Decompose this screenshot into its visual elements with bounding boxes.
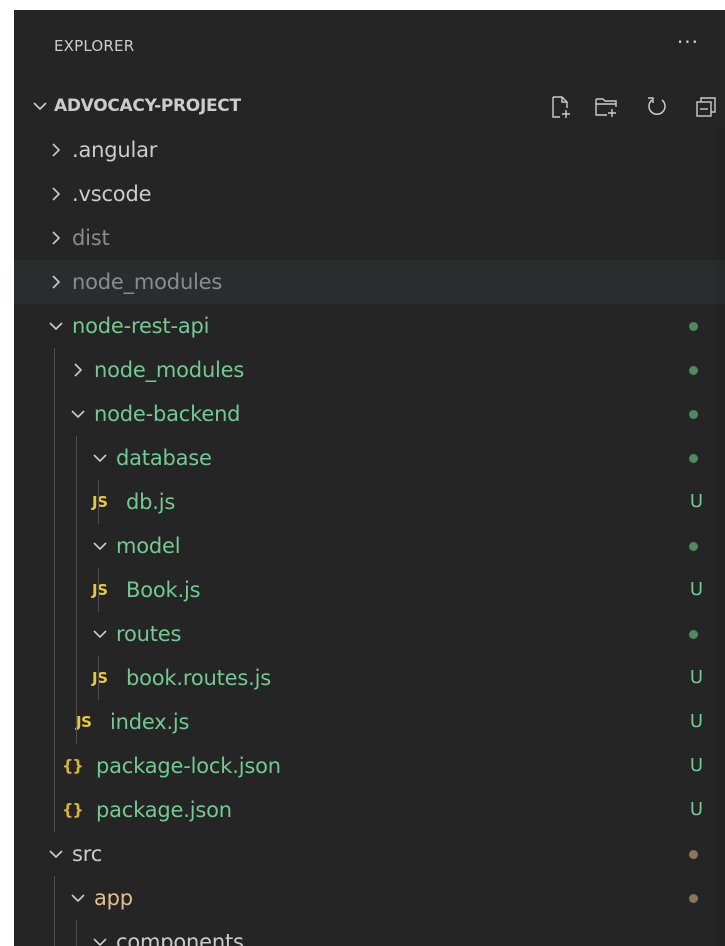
untracked-badge: U (689, 579, 703, 600)
tree-item-label: node-rest-api (72, 314, 210, 338)
tree-item-label: model (116, 534, 181, 558)
folder-angular[interactable]: .angular (14, 128, 725, 172)
modified-dot (689, 850, 698, 859)
json-file-icon: {} (62, 800, 84, 819)
chevron-down-icon (71, 410, 85, 419)
tree-item-label: database (116, 446, 212, 470)
untracked-badge: U (689, 799, 703, 820)
folder-node-modules[interactable]: node_modules (14, 348, 725, 392)
folder-database[interactable]: database (14, 436, 725, 480)
indent-guide (76, 920, 77, 946)
chevron-right-icon (52, 143, 61, 157)
tree-item-label: node_modules (94, 358, 245, 382)
explorer-header: EXPLORER ··· (14, 10, 725, 84)
untracked-badge: U (689, 711, 703, 732)
tree-item-label: app (94, 886, 133, 910)
folder-node-backend[interactable]: node-backend (14, 392, 725, 436)
folder-dist[interactable]: dist (14, 216, 725, 260)
indent-guide (54, 876, 55, 946)
chevron-right-icon (52, 187, 61, 201)
new-folder-icon[interactable] (594, 94, 620, 120)
refresh-icon[interactable] (644, 94, 670, 120)
tree-item-label: package.json (96, 798, 232, 822)
js-file-icon: JS (76, 713, 92, 731)
file-db-js[interactable]: JS db.js U (14, 480, 725, 524)
chevron-right-icon (74, 363, 83, 377)
file-package-lock-json[interactable]: {} package-lock.json U (14, 744, 725, 788)
untracked-badge: U (689, 667, 703, 688)
indent-guide (98, 480, 99, 524)
untracked-dot (689, 630, 698, 639)
chevron-down-icon (93, 938, 107, 946)
untracked-badge: U (689, 755, 703, 776)
chevron-down-icon (33, 102, 47, 111)
tree-item-label: node_modules (72, 270, 223, 294)
tree-item-label: index.js (110, 710, 190, 734)
file-index-js[interactable]: JS index.js U (14, 700, 725, 744)
folder-src[interactable]: src (14, 832, 725, 876)
new-file-icon[interactable] (548, 94, 574, 120)
tree-item-label: node-backend (94, 402, 241, 426)
tree-item-label: dist (72, 226, 110, 250)
folder-node-rest-api[interactable]: node-rest-api (14, 304, 725, 348)
tree-item-label: package-lock.json (96, 754, 281, 778)
file-package-json[interactable]: {} package.json U (14, 788, 725, 832)
file-book-routes-js[interactable]: JS book.routes.js U (14, 656, 725, 700)
js-file-icon: JS (92, 493, 108, 511)
tree-item-label: Book.js (126, 578, 201, 602)
chevron-right-icon (52, 275, 61, 289)
tree-item-label: .angular (72, 138, 158, 162)
folder-components[interactable]: components (14, 920, 725, 946)
chevron-down-icon (71, 894, 85, 903)
folder-node-modules[interactable]: node_modules (14, 260, 725, 304)
modified-dot (689, 894, 698, 903)
untracked-dot (689, 410, 698, 419)
explorer-title: EXPLORER (54, 37, 135, 55)
indent-guide (98, 656, 99, 700)
tree-item-label: .vscode (72, 182, 152, 206)
json-file-icon: {} (62, 756, 84, 775)
more-actions-icon[interactable]: ··· (677, 32, 699, 52)
js-file-icon: JS (92, 581, 108, 599)
file-book-js[interactable]: JS Book.js U (14, 568, 725, 612)
indent-guide (54, 348, 55, 832)
chevron-down-icon (49, 850, 63, 859)
chevron-right-icon (52, 231, 61, 245)
folder-model[interactable]: model (14, 524, 725, 568)
indent-guide (98, 568, 99, 612)
explorer-panel: EXPLORER ··· ADVOCACY-PROJECT .angular .… (14, 10, 725, 946)
tree-item-label: book.routes.js (126, 666, 271, 690)
untracked-dot (689, 454, 698, 463)
untracked-dot (689, 542, 698, 551)
collapse-all-icon[interactable] (694, 94, 720, 120)
folder-vscode[interactable]: .vscode (14, 172, 725, 216)
chevron-down-icon (49, 322, 63, 331)
tree-item-label: db.js (126, 490, 176, 514)
folder-routes[interactable]: routes (14, 612, 725, 656)
tree-item-label: routes (116, 622, 182, 646)
untracked-badge: U (689, 491, 703, 512)
section-title: ADVOCACY-PROJECT (54, 96, 241, 116)
tree-item-label: components (116, 930, 244, 946)
chevron-down-icon (93, 542, 107, 551)
tree-item-label: src (72, 842, 103, 866)
untracked-dot (689, 322, 698, 331)
untracked-dot (689, 366, 698, 375)
js-file-icon: JS (92, 669, 108, 687)
folder-app[interactable]: app (14, 876, 725, 920)
scrollbar-track[interactable] (713, 128, 725, 946)
section-header-advocacy-project[interactable]: ADVOCACY-PROJECT (14, 84, 725, 128)
indent-guide (76, 436, 77, 744)
chevron-down-icon (93, 454, 107, 463)
chevron-down-icon (93, 630, 107, 639)
